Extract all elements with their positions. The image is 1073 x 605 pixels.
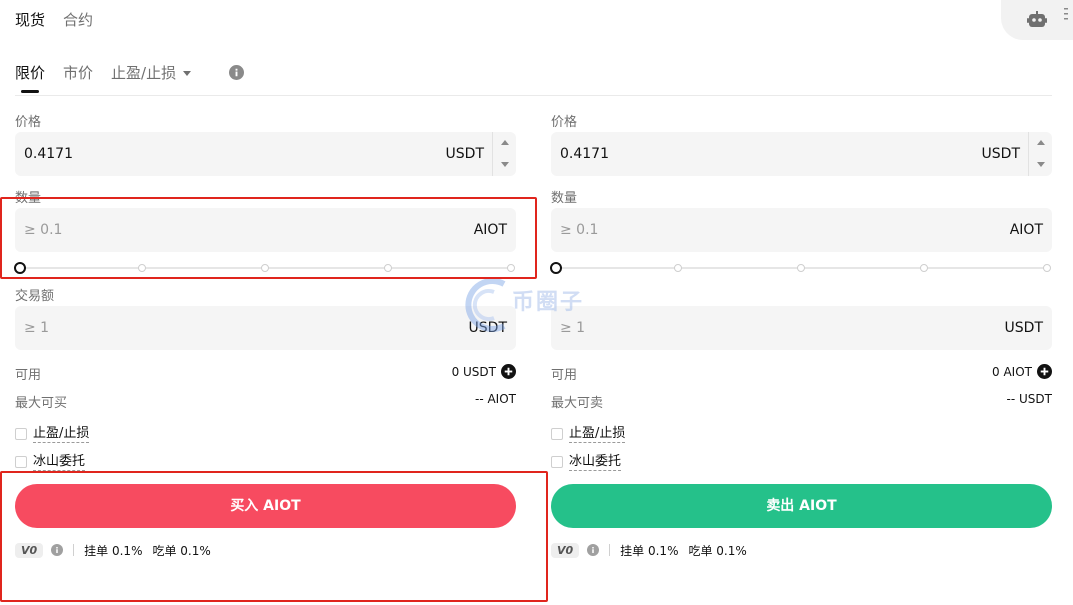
sell-available-label: 可用 [551,368,578,383]
info-icon[interactable] [51,544,64,556]
slider-mark-100[interactable] [1043,264,1051,272]
sell-price-label: 价格 [551,115,578,130]
buy-tpsl-label: 止盈/止损 [33,425,90,443]
sell-amount-slider[interactable] [550,262,1052,274]
buy-amount-unit: AIOT [473,222,507,238]
buy-amount-label: 数量 [15,191,42,206]
sell-iceberg-label: 冰山委托 [569,453,622,471]
vip-badge[interactable]: V0 [15,542,44,558]
buy-fee-info: V0 挂单 0.1% 吃单 0.1% [15,541,211,559]
buy-form: 价格 0.4171 USDT 数量 ≥ 0.1 AIOT 交易额 ≥ 1 USD… [14,0,516,605]
buy-price-unit: USDT [445,146,484,162]
info-icon[interactable] [587,544,600,556]
slider-mark-100[interactable] [507,264,515,272]
sell-amount-input[interactable]: ≥ 0.1 AIOT [551,208,1052,252]
buy-max-label: 最大可买 [15,396,68,411]
plus-circle-icon[interactable] [501,364,516,379]
sell-price-input[interactable]: 0.4171 USDT [551,132,1052,176]
buy-price-input[interactable]: 0.4171 USDT [15,132,516,176]
buy-price-increment-button[interactable] [493,132,517,154]
sell-price-decrement-button[interactable] [1029,154,1053,176]
buy-tpsl-checkbox[interactable]: 止盈/止损 [15,425,90,443]
buy-available-value-wrap: 0 USDT [452,364,516,379]
buy-total-unit: USDT [468,320,507,336]
sell-price-unit: USDT [981,146,1020,162]
sell-total-unit: USDT [1004,320,1043,336]
sell-iceberg-checkbox[interactable]: 冰山委托 [551,453,622,471]
buy-total-label: 交易额 [15,289,55,304]
sell-max-value: -- USDT [1006,392,1052,406]
vip-badge[interactable]: V0 [551,542,580,558]
buy-amount-slider[interactable] [14,262,516,274]
maker-fee: 挂单 0.1% [84,543,143,558]
buy-button[interactable]: 买入 AIOT [15,484,516,528]
sell-available-row: 可用 0 AIOT [551,364,1052,383]
slider-mark-75[interactable] [384,264,392,272]
slider-thumb[interactable] [14,262,26,274]
buy-iceberg-checkbox[interactable]: 冰山委托 [15,453,86,471]
plus-circle-icon[interactable] [1037,364,1052,379]
slider-mark-25[interactable] [138,264,146,272]
more-vertical-icon[interactable] [1063,8,1069,20]
sell-amount-unit: AIOT [1009,222,1043,238]
buy-iceberg-label: 冰山委托 [33,453,86,471]
sell-tpsl-checkbox[interactable]: 止盈/止损 [551,425,626,443]
slider-thumb[interactable] [550,262,562,274]
checkbox[interactable] [15,428,27,440]
buy-price-stepper [492,132,516,176]
sell-available-value: 0 AIOT [992,364,1032,379]
checkbox[interactable] [551,456,563,468]
sell-price-stepper [1028,132,1052,176]
checkbox[interactable] [551,428,563,440]
buy-available-row: 可用 0 USDT [15,364,516,383]
sell-amount-label: 数量 [551,191,578,206]
slider-mark-25[interactable] [674,264,682,272]
sell-available-value-wrap: 0 AIOT [992,364,1052,379]
slider-mark-50[interactable] [797,264,805,272]
buy-available-value: 0 USDT [451,364,496,379]
sell-total-input[interactable]: ≥ 1 USDT [551,306,1052,350]
sell-button[interactable]: 卖出 AIOT [551,484,1052,528]
sell-fee-info: V0 挂单 0.1% 吃单 0.1% [551,541,747,559]
slider-mark-75[interactable] [920,264,928,272]
sell-tpsl-label: 止盈/止损 [569,425,626,443]
buy-total-placeholder: ≥ 1 [24,320,50,336]
buy-price-value: 0.4171 [24,146,73,162]
buy-amount-placeholder: ≥ 0.1 [24,222,63,238]
slider-mark-50[interactable] [261,264,269,272]
buy-total-input[interactable]: ≥ 1 USDT [15,306,516,350]
sell-max-row: 最大可卖 -- USDT [551,392,1052,411]
sell-price-increment-button[interactable] [1029,132,1053,154]
checkbox[interactable] [15,456,27,468]
sell-amount-placeholder: ≥ 0.1 [560,222,599,238]
buy-max-row: 最大可买 -- AIOT [15,392,516,411]
taker-fee: 吃单 0.1% [152,543,211,558]
sell-total-placeholder: ≥ 1 [560,320,586,336]
buy-price-label: 价格 [15,115,42,130]
buy-max-value: -- AIOT [475,392,516,406]
fee-separator [609,544,611,556]
fee-separator [73,544,75,556]
buy-price-decrement-button[interactable] [493,154,517,176]
buy-amount-input[interactable]: ≥ 0.1 AIOT [15,208,516,252]
buy-available-label: 可用 [15,368,42,383]
taker-fee: 吃单 0.1% [688,543,747,558]
sell-price-value: 0.4171 [560,146,609,162]
sell-max-label: 最大可卖 [551,396,604,411]
maker-fee: 挂单 0.1% [620,543,679,558]
sell-form: 价格 0.4171 USDT 数量 ≥ 0.1 AIOT ≥ 1 USDT 可用… [550,0,1052,605]
